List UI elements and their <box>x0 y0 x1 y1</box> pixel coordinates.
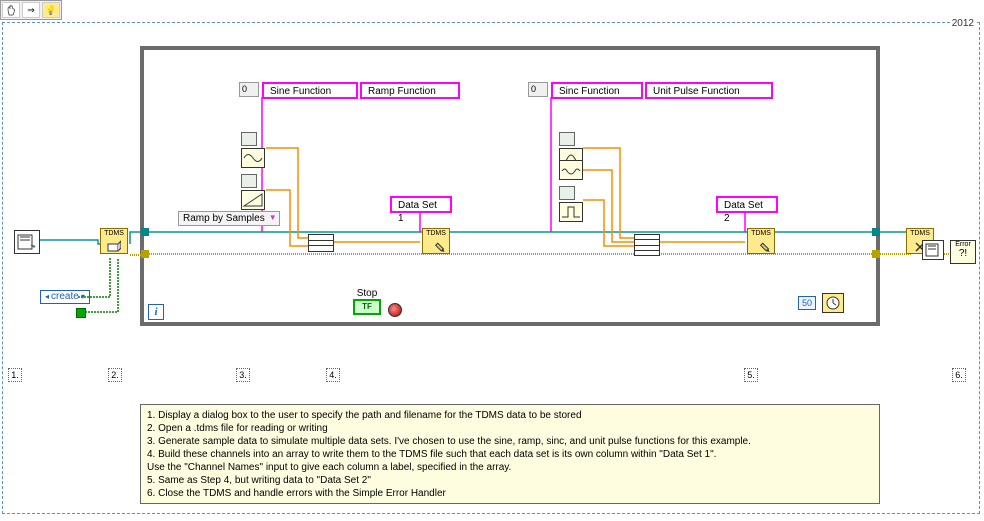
array2-ch2[interactable]: Unit Pulse Function <box>645 82 773 99</box>
note-line-4: 4. Build these channels into an array to… <box>147 448 873 461</box>
ramp-by-samples-selector[interactable]: Ramp by Samples <box>178 211 280 226</box>
sine-gen-stack <box>241 132 265 168</box>
note-line-3: 3. Generate sample data to simulate mult… <box>147 435 873 448</box>
ramp-ring[interactable] <box>241 174 257 188</box>
wait-ms-node[interactable] <box>822 293 844 313</box>
note-line-6: 6. Close the TDMS and handle errors with… <box>147 487 873 500</box>
pulse-ring[interactable] <box>559 186 575 200</box>
notes-box: 1. Display a dialog box to the user to s… <box>140 404 880 504</box>
unit-pulse-function-node[interactable] <box>559 202 583 222</box>
arrow-tool-button[interactable]: ⇒ <box>22 2 40 18</box>
error-handler-node[interactable]: Error?! <box>950 240 976 264</box>
sine-ring[interactable] <box>241 132 257 146</box>
loop-iteration-terminal: i <box>148 304 164 320</box>
step-marker-5: 5. <box>744 368 758 382</box>
pan-tool-button[interactable] <box>2 2 20 18</box>
tdms-label: TDMS <box>104 230 124 237</box>
highlight-tool-button[interactable]: 💡 <box>42 2 60 18</box>
array2-ch1[interactable]: Sinc Function <box>551 82 643 99</box>
ramp-function-node[interactable] <box>241 190 265 210</box>
ramp-gen-stack <box>241 174 265 210</box>
array2-index[interactable]: 0 <box>528 82 548 97</box>
toolbar: ⇒ 💡 <box>0 0 62 20</box>
create-mode-constant[interactable]: create <box>40 290 90 304</box>
error-label: Error <box>955 241 971 248</box>
step-marker-2: 2. <box>108 368 122 382</box>
note-line-5: 5. Same as Step 4, but writing data to "… <box>147 474 873 487</box>
stop-label: Stop <box>353 288 381 299</box>
array1-ch1[interactable]: Sine Function <box>262 82 358 99</box>
loop-stop-condition[interactable] <box>388 303 402 317</box>
tdms-write-2[interactable]: TDMS <box>747 228 775 254</box>
array1-index[interactable]: 0 <box>239 82 259 97</box>
note-line-1: 1. Display a dialog box to the user to s… <box>147 409 873 422</box>
step-marker-1: 1. <box>8 368 22 382</box>
note-line-4b: Use the "Channel Names" input to give ea… <box>147 461 873 474</box>
tdms-open-node[interactable]: TDMS <box>100 228 128 254</box>
step-marker-3: 3. <box>236 368 250 382</box>
step-marker-4: 4. <box>326 368 340 382</box>
file-dialog-node[interactable] <box>14 230 40 254</box>
sinc2-function-node[interactable] <box>559 160 583 180</box>
tdms-label: TDMS <box>426 230 446 237</box>
bool-true-constant[interactable] <box>76 308 86 318</box>
tdms-write-1[interactable]: TDMS <box>422 228 450 254</box>
stop-button-terminal[interactable]: TF <box>353 299 381 315</box>
sinc-ring[interactable] <box>559 132 575 146</box>
build-array-1[interactable] <box>308 234 334 252</box>
array1-ch2[interactable]: Ramp Function <box>360 82 460 99</box>
data-set-1-label[interactable]: Data Set 1 <box>390 196 452 213</box>
sinc2-stack <box>559 160 583 180</box>
sine-function-node[interactable] <box>241 148 265 168</box>
step-marker-6: 6. <box>952 368 966 382</box>
note-line-2: 2. Open a .tdms file for reading or writ… <box>147 422 873 435</box>
pulse-stack <box>559 186 583 222</box>
wait-ms-constant[interactable]: 50 <box>798 296 816 310</box>
year-label: 2012 <box>950 18 976 29</box>
stop-group: Stop TF <box>353 288 381 315</box>
tdms-label: TDMS <box>751 230 771 237</box>
build-array-2[interactable] <box>634 234 660 256</box>
data-set-2-label[interactable]: Data Set 2 <box>716 196 778 213</box>
tdms-label: TDMS <box>910 230 930 237</box>
file-close-icon[interactable] <box>922 240 944 260</box>
